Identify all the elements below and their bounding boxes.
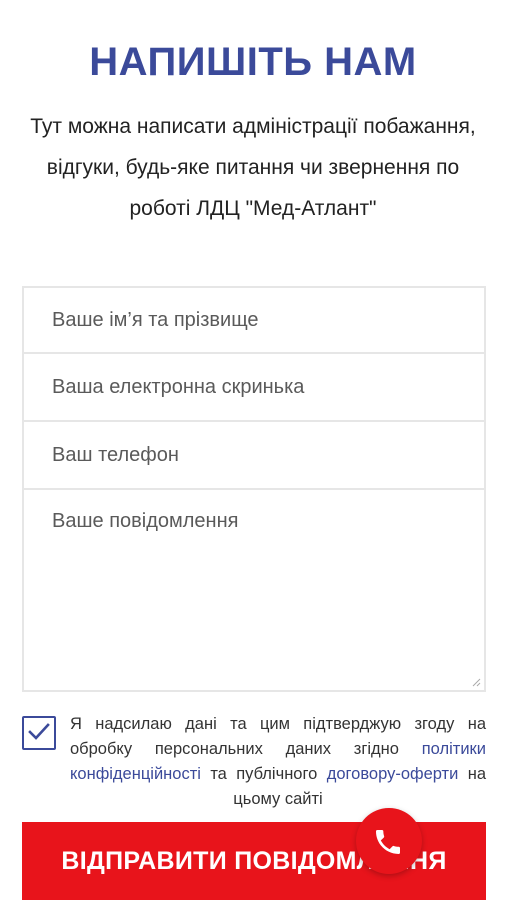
email-field-wrapper: [22, 354, 486, 422]
consent-block: Я надсилаю дані та цим підтверджую згоду…: [22, 712, 486, 812]
name-field-wrapper: [22, 286, 486, 354]
consent-text: Я надсилаю дані та цим підтверджую згоду…: [70, 712, 486, 812]
message-field-wrapper: [22, 490, 486, 692]
check-icon: [28, 723, 50, 740]
contact-form: [22, 286, 486, 692]
name-input[interactable]: [24, 288, 484, 352]
phone-input[interactable]: [24, 422, 484, 488]
message-textarea[interactable]: [24, 490, 484, 690]
consent-text-middle: та публічного: [200, 765, 327, 783]
page-title: НАПИШІТЬ НАМ: [89, 40, 417, 84]
consent-checkbox[interactable]: [22, 716, 56, 750]
email-input[interactable]: [24, 354, 484, 420]
phone-field-wrapper: [22, 422, 486, 490]
offer-contract-link[interactable]: договору-оферти: [327, 765, 459, 783]
call-button[interactable]: [356, 808, 422, 874]
resize-grip-icon[interactable]: [471, 677, 481, 687]
intro-text: Тут можна написати адміністрації побажан…: [30, 115, 476, 220]
phone-icon: [376, 830, 400, 854]
